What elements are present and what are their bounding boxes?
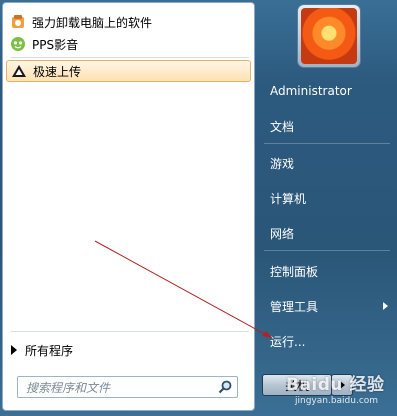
- program-label: 极速上传: [33, 64, 82, 79]
- submenu-arrow-icon: [383, 302, 388, 310]
- program-item-upload[interactable]: 极速上传: [6, 60, 251, 82]
- right-item-games[interactable]: 游戏: [262, 150, 392, 176]
- right-item-label: 运行...: [270, 334, 306, 349]
- separator: [264, 143, 390, 144]
- user-avatar-frame[interactable]: [298, 5, 360, 67]
- right-item-network[interactable]: 网络: [262, 220, 392, 246]
- divider: [11, 331, 249, 332]
- right-item-admin-tools[interactable]: 管理工具: [262, 293, 392, 319]
- search-placeholder: 搜索程序和文件: [26, 380, 111, 395]
- separator: [264, 250, 390, 251]
- right-item-run[interactable]: 运行...: [262, 328, 392, 354]
- program-label: PPS影音: [32, 37, 79, 52]
- avatar: [301, 8, 357, 64]
- program-label: 强力卸载电脑上的软件: [32, 15, 153, 30]
- search-icon[interactable]: [217, 379, 233, 395]
- baidu-watermark: Baidu 经验: [286, 375, 385, 395]
- divider: [11, 57, 249, 58]
- program-item-pps[interactable]: PPS影音: [6, 33, 251, 55]
- upload-icon: [12, 65, 26, 77]
- right-item-label: 游戏: [270, 156, 295, 171]
- right-item-documents[interactable]: 文档: [262, 113, 392, 139]
- right-item-label: 网络: [270, 226, 295, 241]
- right-item-label: 管理工具: [270, 299, 319, 314]
- watermark-url: jingyan.baidu.com: [295, 396, 379, 406]
- right-item-label: Administrator: [270, 84, 352, 98]
- start-menu-left-pane: 强力卸载电脑上的软件 PPS影音 极速上传 所有程序 搜索程序和文件: [2, 2, 255, 411]
- all-programs-label: 所有程序: [25, 343, 74, 358]
- right-item-label: 计算机: [270, 191, 307, 206]
- right-item-label: 控制面板: [270, 264, 319, 279]
- search-input[interactable]: 搜索程序和文件: [17, 376, 238, 398]
- pps-icon: [11, 37, 25, 51]
- right-item-administrator[interactable]: Administrator: [262, 78, 392, 104]
- uninstall-icon: [12, 15, 24, 28]
- program-item-uninstaller[interactable]: 强力卸载电脑上的软件: [6, 11, 251, 33]
- expand-arrow-icon: [11, 345, 17, 355]
- all-programs-button[interactable]: 所有程序: [11, 341, 73, 359]
- right-item-label: 文档: [270, 119, 295, 134]
- right-item-control-panel[interactable]: 控制面板: [262, 258, 392, 284]
- right-item-computer[interactable]: 计算机: [262, 185, 392, 211]
